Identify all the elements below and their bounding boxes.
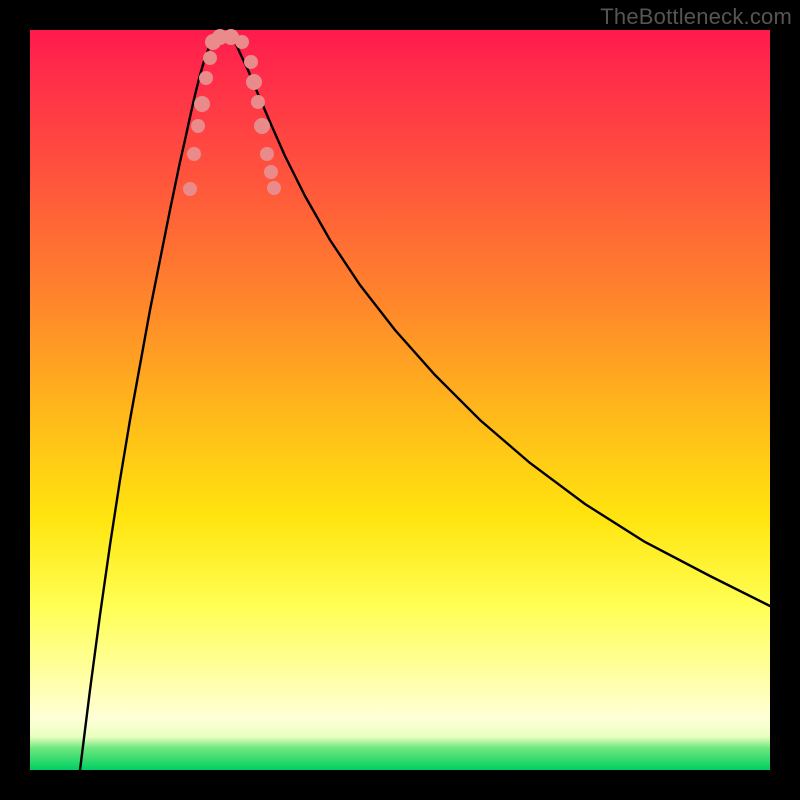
- chart-plot-area: [30, 30, 770, 770]
- data-dot: [267, 181, 281, 195]
- data-dot: [187, 147, 201, 161]
- data-dot: [191, 119, 205, 133]
- data-dot: [199, 71, 213, 85]
- data-dot: [254, 118, 270, 134]
- data-dot: [260, 147, 274, 161]
- data-dot: [183, 182, 197, 196]
- data-dot: [244, 55, 258, 69]
- data-dot: [235, 35, 249, 49]
- chart-frame: TheBottleneck.com: [0, 0, 800, 800]
- data-dot: [203, 51, 217, 65]
- left-curve: [80, 35, 215, 770]
- data-dot: [246, 74, 262, 90]
- chart-svg: [30, 30, 770, 770]
- data-dot: [251, 95, 265, 109]
- watermark-text: TheBottleneck.com: [600, 4, 792, 30]
- right-curve: [230, 35, 770, 606]
- data-dot: [264, 165, 278, 179]
- data-dot: [194, 96, 210, 112]
